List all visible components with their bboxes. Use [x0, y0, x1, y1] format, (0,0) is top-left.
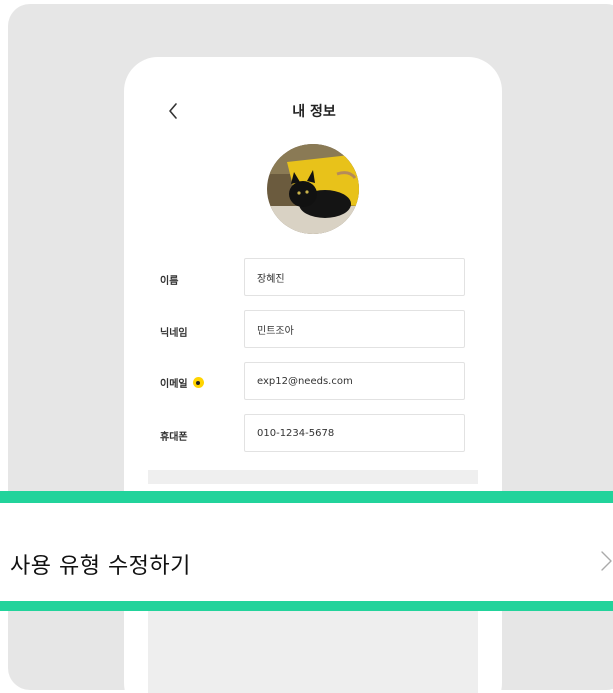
back-button[interactable]	[160, 96, 186, 126]
email-field[interactable]	[244, 362, 465, 400]
edit-usage-type-label: 사용 유형 수정하기	[10, 554, 191, 579]
lower-section	[148, 611, 478, 693]
name-label-text: 이름	[160, 276, 179, 287]
chevron-right-icon	[601, 551, 612, 571]
email-label-text: 이메일	[160, 379, 188, 390]
email-label: 이메일	[160, 375, 204, 390]
avatar[interactable]	[267, 144, 359, 234]
name-field[interactable]	[244, 258, 465, 296]
nickname-label-text: 닉네임	[160, 328, 188, 339]
nickname-field[interactable]	[244, 310, 465, 348]
name-label: 이름	[160, 272, 178, 287]
chevron-left-icon	[169, 103, 177, 119]
nickname-label: 닉네임	[160, 324, 188, 339]
page-title: 내 정보	[292, 104, 336, 120]
section-divider	[148, 470, 478, 484]
phone-field[interactable]	[244, 414, 465, 452]
cat-photo-image	[267, 144, 359, 234]
phone-label: 휴대폰	[160, 428, 188, 443]
screen: 내 정보 이름 닉네임 이메일 휴대폰	[0, 0, 613, 693]
required-dot-icon	[192, 377, 204, 388]
edit-usage-type-row[interactable]: 사용 유형 수정하기	[0, 491, 613, 611]
phone-label-text: 휴대폰	[160, 432, 188, 443]
